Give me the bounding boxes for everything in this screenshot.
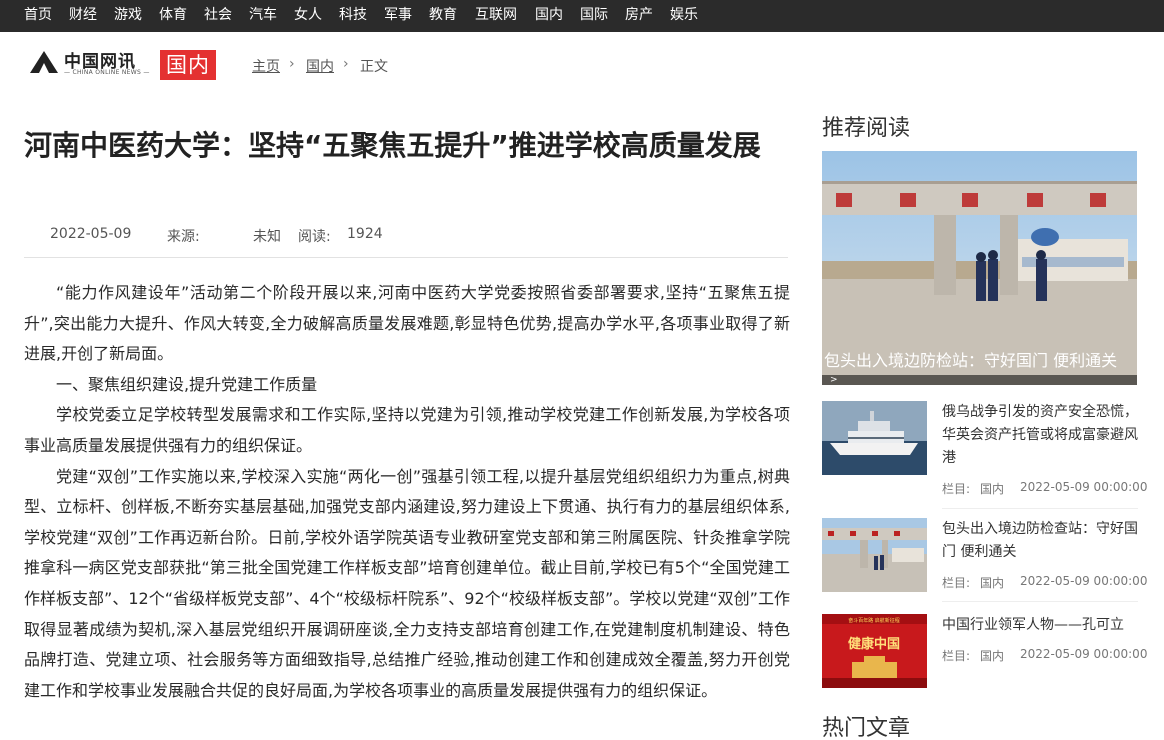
logo-subtext: — CHINA ONLINE NEWS — [64, 69, 150, 76]
item-thumbnail[interactable] [822, 401, 927, 475]
breadcrumb-current: 正文 [360, 59, 388, 75]
item-title[interactable]: 俄乌战争引发的资产安全恐慌，华英会资产托管或将成富豪避风港 [942, 401, 1138, 470]
feature-caption-bar [822, 375, 1137, 385]
article-date: 2022-05-09 [50, 226, 132, 242]
article-views-count: 1924 [347, 226, 383, 242]
nav-education[interactable]: 教育 [429, 0, 457, 32]
nav-entertainment[interactable]: 娱乐 [670, 0, 698, 32]
recommend-heading: 推荐阅读 [822, 116, 911, 141]
nav-society[interactable]: 社会 [204, 0, 232, 32]
featured-story[interactable]: > 包头出入境边防检站：守好国门 便利通关 [822, 151, 1137, 385]
item-timestamp: 2022-05-09 00:00:00 [1020, 574, 1148, 588]
logo-triangle-icon [30, 51, 58, 73]
nav-international[interactable]: 国际 [580, 0, 608, 32]
article-title: 河南中医药大学：坚持“五聚焦五提升”推进学校高质量发展 [24, 129, 761, 162]
promo-poster-image: 奋斗百年路 启航新征程 健康中国 [822, 614, 927, 688]
item-column-value: 国内 [980, 649, 1005, 663]
item-column-label: 栏目: [942, 482, 971, 496]
nav-military[interactable]: 军事 [384, 0, 412, 32]
poster-banner: 奋斗百年路 启航新征程 [848, 617, 900, 624]
chevron-right-icon: › [289, 56, 295, 72]
nav-games[interactable]: 游戏 [114, 0, 142, 32]
item-timestamp: 2022-05-09 00:00:00 [1020, 480, 1148, 494]
article-paragraph: 学校党委立足学校转型发展需求和工作实际,坚持以党建为引领,推动学校党建工作创新发… [24, 405, 790, 455]
nav-home[interactable]: 首页 [24, 0, 52, 32]
article-subheading: 一、聚焦组织建设,提升党建工作质量 [56, 374, 318, 394]
nav-women[interactable]: 女人 [294, 0, 322, 32]
article-source-value: 未知 [253, 229, 281, 245]
item-thumbnail[interactable]: 奋斗百年路 启航新征程 健康中国 [822, 614, 927, 688]
divider [942, 508, 1138, 509]
item-column-value: 国内 [980, 482, 1005, 496]
channel-badge: 国内 [160, 50, 216, 80]
article-paragraph: “能力作风建设年”活动第二个阶段开展以来,河南中医药大学党委按照省委部署要求,坚… [24, 283, 790, 364]
item-column-label: 栏目: [942, 649, 971, 663]
item-thumbnail[interactable] [822, 518, 927, 592]
breadcrumb-home[interactable]: 主页 [252, 56, 280, 76]
nav-domestic[interactable]: 国内 [535, 0, 563, 32]
article-views-label: 阅读: [298, 229, 331, 245]
hot-articles-heading: 热门文章 [822, 716, 911, 740]
top-nav-bar: 首页 财经 游戏 体育 社会 汽车 女人 科技 军事 教育 互联网 国内 国际 … [0, 0, 1164, 32]
item-column-value: 国内 [980, 576, 1005, 590]
article-source-label: 来源: [167, 229, 200, 245]
nav-tech[interactable]: 科技 [339, 0, 367, 32]
item-timestamp: 2022-05-09 00:00:00 [1020, 647, 1148, 661]
chevron-right-icon: › [343, 56, 349, 72]
divider [24, 257, 788, 258]
nav-realestate[interactable]: 房产 [625, 0, 653, 32]
featured-story-caption: 包头出入境边防检站：守好国门 便利通关 [824, 351, 1118, 370]
nav-finance[interactable]: 财经 [69, 0, 97, 32]
item-column-label: 栏目: [942, 576, 971, 590]
article-body: “能力作风建设年”活动第二个阶段开展以来,河南中医药大学党委按照省委部署要求,坚… [24, 278, 790, 706]
site-logo[interactable]: 中国网讯 — CHINA ONLINE NEWS — [28, 47, 158, 83]
nav-auto[interactable]: 汽车 [249, 0, 277, 32]
yacht-image [822, 401, 927, 475]
next-arrow-icon[interactable]: > [830, 375, 838, 385]
border-gate-image [822, 518, 927, 592]
divider [942, 601, 1138, 602]
poster-headline: 健康中国 [848, 636, 900, 652]
breadcrumb-domestic[interactable]: 国内 [306, 56, 334, 76]
nav-sports[interactable]: 体育 [159, 0, 187, 32]
article-paragraph: 党建“双创”工作实施以来,学校深入实施“两化一创”强基引领工程,以提升基层党组织… [24, 466, 790, 700]
nav-internet[interactable]: 互联网 [475, 0, 517, 32]
item-title[interactable]: 包头出入境边防检查站：守好国门 便利通关 [942, 518, 1138, 564]
item-title[interactable]: 中国行业领军人物——孔可立 [942, 614, 1138, 637]
